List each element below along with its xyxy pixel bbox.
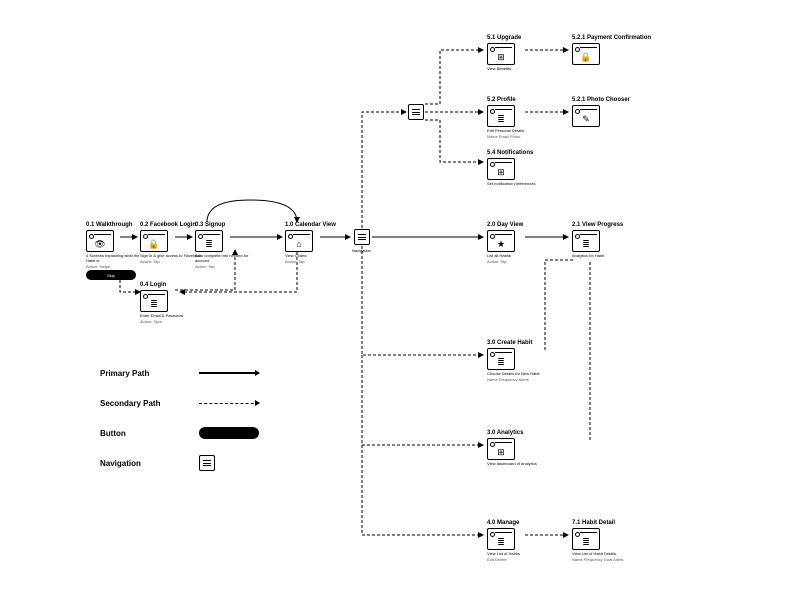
wireframe-icon: ⊞ bbox=[487, 438, 515, 460]
node-payment: 5.2.1 Payment Confirmation 🔒 bbox=[572, 35, 634, 67]
node-profile: 5.2 Profile ≣ Edit Personal Details Name… bbox=[487, 97, 549, 140]
node-upgrade: 5.1 Upgrade ⊞ View Benefits bbox=[487, 35, 549, 72]
node-desc: Set notification preferences bbox=[487, 182, 549, 187]
legend-button-label: Button bbox=[100, 429, 175, 438]
legend-button-icon bbox=[199, 427, 259, 439]
node-login: 0.4 Login ≣ Enter Email & Password Actio… bbox=[140, 282, 202, 325]
node-title: 1.0 Calendar View bbox=[285, 222, 347, 228]
navhub-label: Navigation bbox=[352, 248, 371, 253]
node-habitdetail: 7.1 Habit Detail ≣ View List of Habit De… bbox=[572, 520, 634, 563]
legend: Primary Path Secondary Path Button Navig… bbox=[100, 358, 259, 478]
legend-primary-label: Primary Path bbox=[100, 369, 175, 378]
node-desc: Auto complete info needed for account bbox=[195, 254, 257, 264]
button-label: Skip bbox=[107, 273, 115, 278]
legend-solid-line-icon bbox=[199, 372, 259, 373]
legend-secondary-label: Secondary Path bbox=[100, 399, 175, 408]
node-desc2: Name Frequency Alerts bbox=[487, 378, 549, 383]
node-desc: View dashboard of analytics bbox=[487, 462, 549, 467]
wireframe-icon: ★ bbox=[487, 230, 515, 252]
wireframe-icon: ⊞ bbox=[487, 43, 515, 65]
node-walkthrough: 0.1 Walkthrough 👁 4 Screens explaining w… bbox=[86, 222, 148, 269]
node-title: 0.2 Facebook Login bbox=[140, 222, 202, 228]
node-create: 3.0 Create Habit ≣ Choose Details for Ne… bbox=[487, 340, 549, 383]
node-desc2: Name Email Photo bbox=[487, 135, 549, 140]
wireframe-icon: ✎ bbox=[572, 105, 600, 127]
node-title: 4.0 Manage bbox=[487, 520, 549, 526]
node-desc2: Name Frequency Goal Alerts bbox=[572, 558, 634, 563]
node-signup: 0.3 Signup ≣ Auto complete info needed f… bbox=[195, 222, 257, 269]
node-desc: View Benefits bbox=[487, 67, 549, 72]
node-analytics: 3.0 Analytics ⊞ View dashboard of analyt… bbox=[487, 430, 549, 467]
node-title: 3.0 Create Habit bbox=[487, 340, 549, 346]
node-title: 2.1 View Progress bbox=[572, 222, 634, 228]
node-notifications: 5.4 Notifications ⊞ Set notification pre… bbox=[487, 150, 549, 187]
node-fblogin: 0.2 Facebook Login 🔒 Sign in & give acce… bbox=[140, 222, 202, 265]
node-title: 7.1 Habit Detail bbox=[572, 520, 634, 526]
wireframe-icon: ⊞ bbox=[487, 158, 515, 180]
node-photo: 5.2.1 Photo Chooser ✎ bbox=[572, 97, 634, 129]
node-title: 3.0 Analytics bbox=[487, 430, 549, 436]
wireframe-icon: ≣ bbox=[195, 230, 223, 252]
node-desc2: Action: Tap bbox=[487, 260, 549, 265]
node-desc2: Action: Tap bbox=[285, 260, 347, 265]
node-title: 5.2.1 Payment Confirmation bbox=[572, 35, 634, 41]
nav-hub-main bbox=[354, 229, 370, 245]
node-title: 0.1 Walkthrough bbox=[86, 222, 148, 228]
node-title: 0.3 Signup bbox=[195, 222, 257, 228]
legend-nav-icon bbox=[199, 455, 215, 471]
skip-button[interactable]: Skip bbox=[86, 270, 136, 280]
wireframe-icon: 🔒 bbox=[572, 43, 600, 65]
node-desc2: Edit Delete bbox=[487, 558, 549, 563]
node-title: 0.4 Login bbox=[140, 282, 202, 288]
wireframe-icon: ≣ bbox=[572, 230, 600, 252]
legend-dashed-line-icon bbox=[199, 403, 259, 404]
nav-hub-settings bbox=[408, 104, 424, 120]
node-title: 5.2.1 Photo Chooser bbox=[572, 97, 634, 103]
node-title: 5.2 Profile bbox=[487, 97, 549, 103]
node-title: 5.1 Upgrade bbox=[487, 35, 549, 41]
wireframe-icon: 👁 bbox=[86, 230, 114, 252]
wireframe-icon: ≣ bbox=[572, 528, 600, 550]
wireframe-icon: ⌂ bbox=[285, 230, 313, 252]
wireframe-icon: ≣ bbox=[140, 290, 168, 312]
wireframe-icon: ≣ bbox=[487, 348, 515, 370]
node-desc: 4 Screens explaining what the Habit is bbox=[86, 254, 148, 264]
wireframe-icon: 🔒 bbox=[140, 230, 168, 252]
node-desc2: Action: Tap bbox=[195, 265, 257, 270]
legend-navigation-label: Navigation bbox=[100, 459, 175, 468]
wireframe-icon: ≣ bbox=[487, 105, 515, 127]
node-desc2: Action: Tap bbox=[140, 260, 202, 265]
node-title: 2.0 Day View bbox=[487, 222, 549, 228]
node-progress: 2.1 View Progress ≣ Analytics for Habit bbox=[572, 222, 634, 259]
node-desc2: Action: Swipe bbox=[86, 265, 148, 270]
node-calendar: 1.0 Calendar View ⌂ View Charts Action: … bbox=[285, 222, 347, 265]
node-desc2: Action: Type bbox=[140, 320, 202, 325]
wireframe-icon: ≣ bbox=[487, 528, 515, 550]
node-manage: 4.0 Manage ≣ View List of Habits Edit De… bbox=[487, 520, 549, 563]
node-desc: Analytics for Habit bbox=[572, 254, 634, 259]
node-dayview: 2.0 Day View ★ List all Habits Action: T… bbox=[487, 222, 549, 265]
node-title: 5.4 Notifications bbox=[487, 150, 549, 156]
